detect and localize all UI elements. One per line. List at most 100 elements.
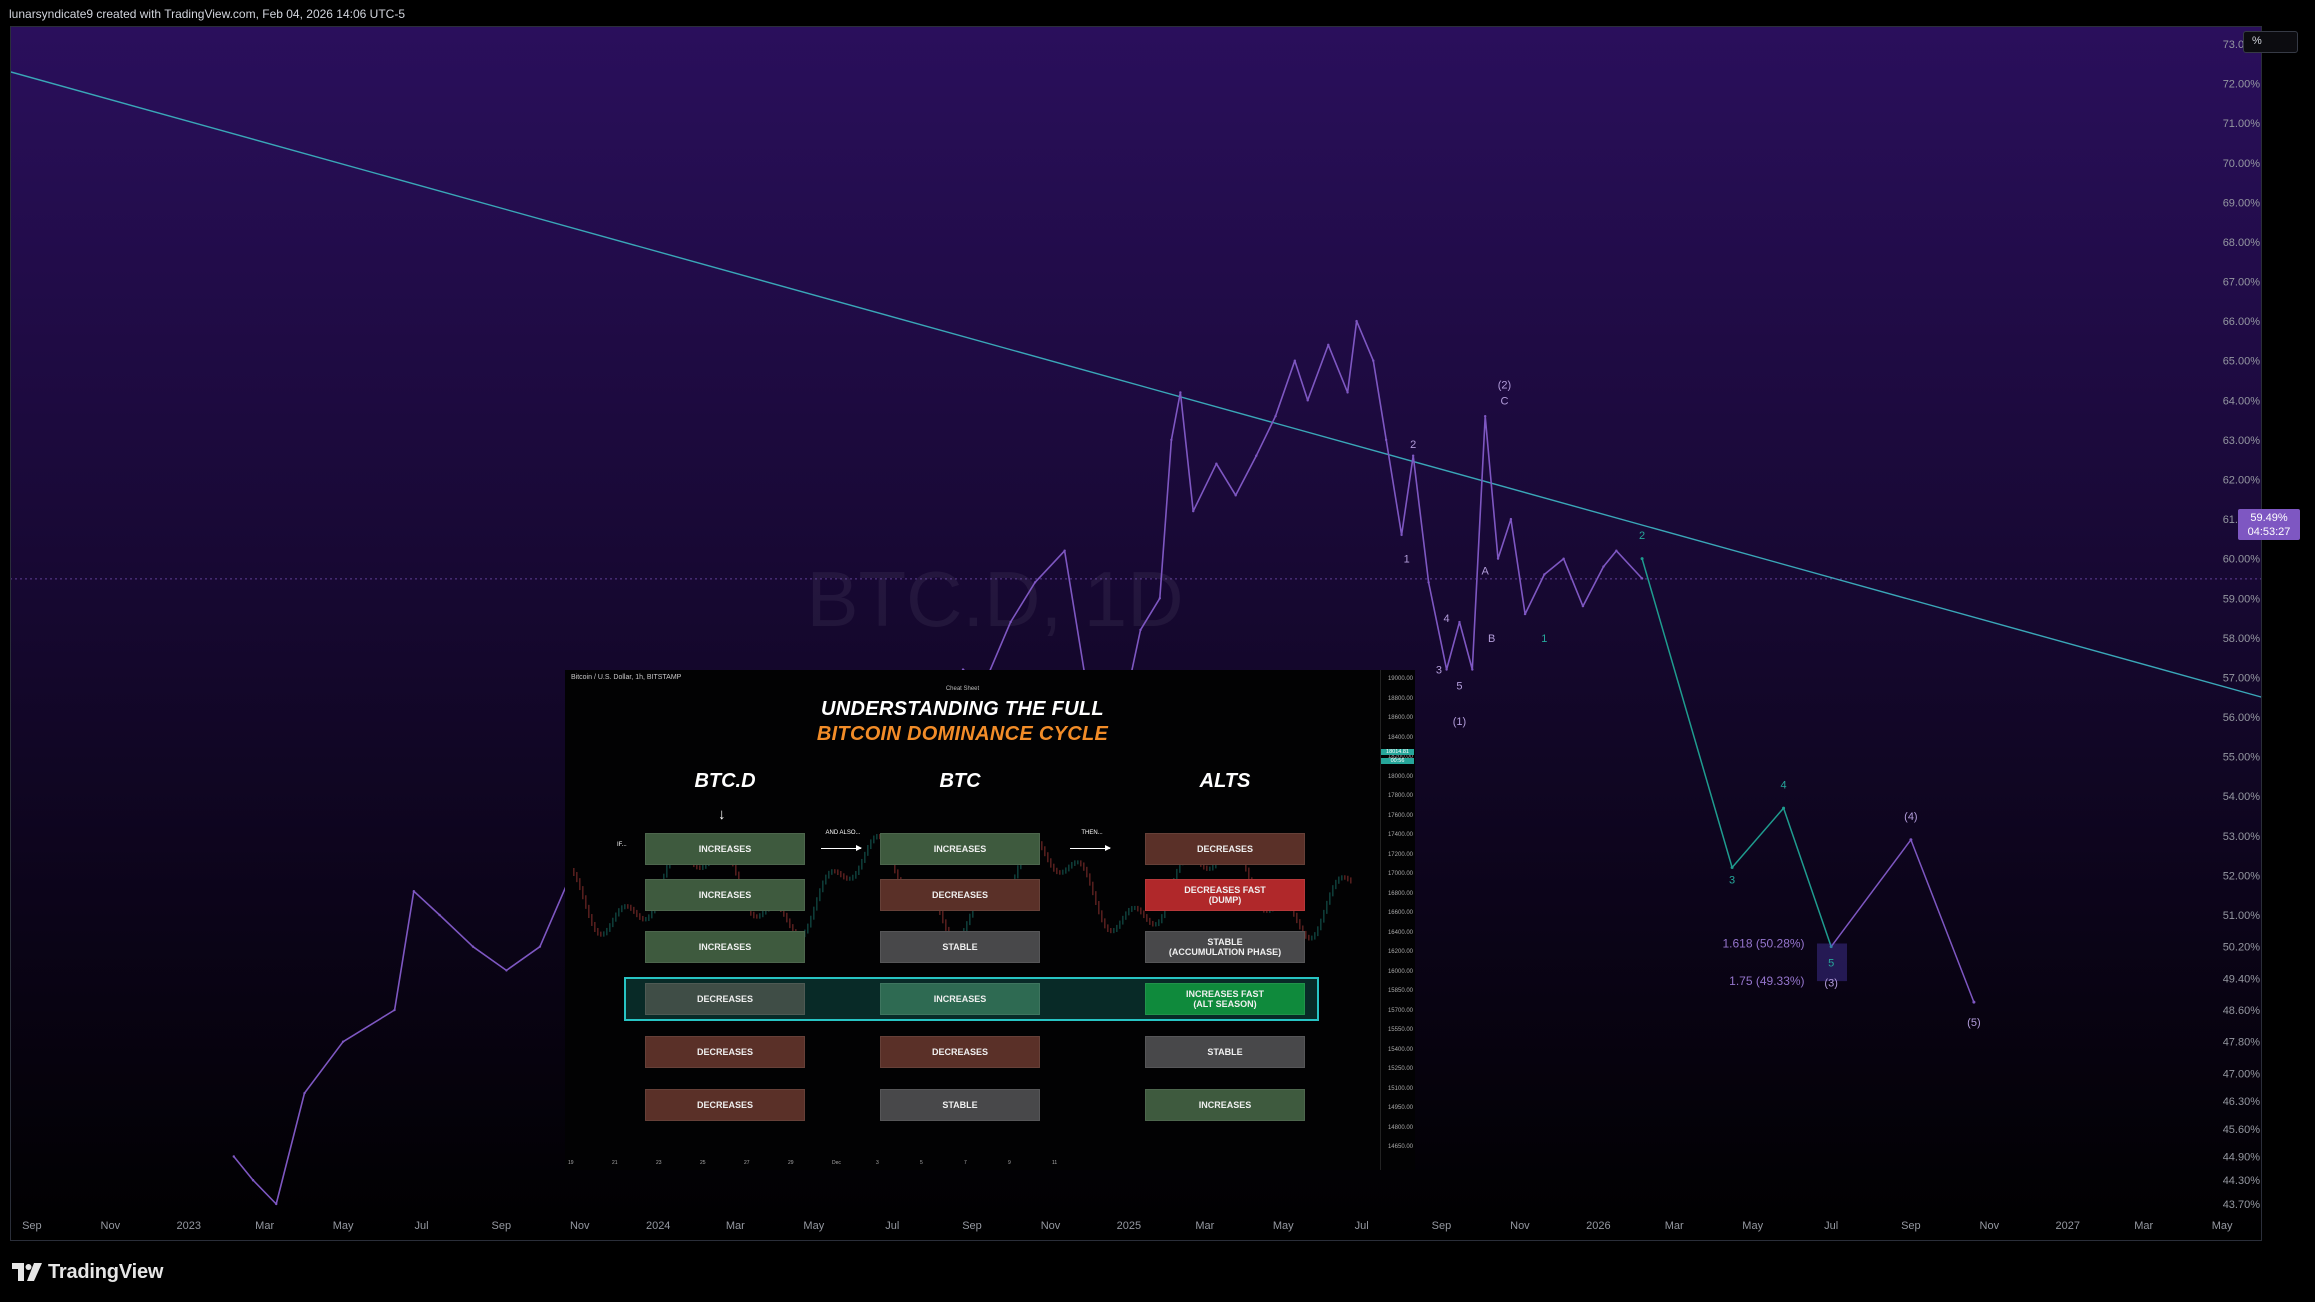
x-tick-label: Sep (22, 1220, 42, 1232)
inset-scale-label: 17800.00 (1387, 793, 1413, 799)
inset-candle (594, 921, 596, 932)
inset-candle (624, 904, 626, 910)
cell-btc-row6: STABLE (880, 1089, 1040, 1121)
inset-candle (789, 918, 791, 929)
y-tick-label: 67.00% (2223, 277, 2261, 289)
inset-candle (756, 914, 758, 919)
x-tick-label: Jul (1824, 1220, 1838, 1232)
inset-candle (1158, 919, 1160, 927)
inset-candle (1104, 918, 1106, 929)
cell-btcd-row6: DECREASES (645, 1089, 805, 1121)
wave-label: (1) (1453, 716, 1466, 728)
inset-candle (1161, 914, 1163, 924)
btcd-data-point (232, 1155, 235, 1158)
inset-candle (1053, 863, 1055, 872)
x-tick-label: Nov (570, 1220, 590, 1232)
x-tick-label: Mar (2134, 1220, 2153, 1232)
inset-scale-label: 15250.00 (1387, 1066, 1413, 1072)
cell-btc-row1: INCREASES (880, 833, 1040, 865)
inset-candle (621, 905, 623, 913)
inset-scale-label: 18600.00 (1387, 715, 1413, 721)
inset-candle (846, 875, 848, 881)
scale-mode-button[interactable]: % (2243, 31, 2298, 53)
btcd-data-point (1602, 565, 1605, 568)
cell-alts-row5: STABLE (1145, 1036, 1305, 1068)
inset-candle (1080, 860, 1082, 867)
btcd-data-point (1033, 581, 1037, 584)
inset-candle (588, 904, 590, 919)
y-tick-label: 43.70% (2223, 1199, 2261, 1211)
inset-candle (1041, 841, 1043, 851)
wave-label: 3 (1729, 874, 1735, 886)
inset-candle (786, 912, 788, 923)
inset-scale-label: 15100.00 (1387, 1085, 1413, 1092)
inset-candle (822, 880, 824, 893)
inset-price-tag: 18014.81 (1381, 749, 1414, 755)
btcd-data-point (1063, 549, 1066, 552)
wave-label: A (1482, 566, 1490, 578)
wave-projection-point (1972, 1000, 1976, 1004)
inset-candle (1140, 907, 1142, 915)
inset-candle (1149, 917, 1151, 925)
inset-scale-label: 17400.00 (1387, 832, 1413, 838)
y-tick-label: 57.00% (2223, 672, 2261, 684)
x-tick-label: 2027 (2056, 1220, 2080, 1232)
btcd-data-point (1274, 414, 1277, 418)
inset-candle (1341, 875, 1343, 881)
inset-candle (633, 906, 635, 914)
cheat-sheet-label: Cheat Sheet (945, 686, 980, 692)
inset-candle (1047, 852, 1049, 863)
inset-candle (666, 864, 668, 878)
inset-candle (870, 839, 872, 850)
btcd-data-point (538, 945, 542, 948)
x-tick-label: Nov (101, 1220, 121, 1232)
btcd-data-point (438, 913, 441, 917)
x-tick-label: Sep (1901, 1220, 1921, 1232)
inset-candle (1209, 866, 1211, 871)
inset-candle (636, 909, 638, 918)
cell-alts-row1: DECREASES (1145, 833, 1305, 865)
btcd-data-point (1458, 620, 1461, 624)
inset-candle (1347, 875, 1349, 882)
inset-candle (1296, 912, 1298, 924)
inset-candle (615, 912, 617, 922)
inset-candle (1113, 927, 1115, 934)
inset-candle (573, 868, 575, 876)
cell-btc-row2: DECREASES (880, 879, 1040, 911)
current-price-value: 59.49% (2250, 512, 2288, 524)
wave-projection-point (1730, 865, 1734, 869)
inset-candle (1101, 910, 1103, 923)
inset-candle (1155, 922, 1157, 927)
x-tick-label: Mar (1195, 1220, 1214, 1232)
x-tick-label: Mar (1665, 1220, 1684, 1232)
inset-candle (1131, 906, 1133, 912)
inset-candle (1092, 881, 1094, 896)
x-tick-label: May (1273, 1220, 1294, 1232)
inset-candle (639, 913, 641, 920)
tradingview-wordmark: TradingView (48, 1260, 164, 1283)
inset-candle (1134, 905, 1136, 911)
inset-candle (1128, 907, 1130, 916)
fib-level-label: 1.618 (50.28%) (1723, 936, 1805, 950)
btcd-data-point (1562, 557, 1565, 560)
y-tick-label: 53.00% (2223, 831, 2261, 843)
x-tick-label: Mar (726, 1220, 745, 1232)
inset-candle (627, 904, 629, 909)
btcd-data-point (393, 1008, 396, 1012)
btcd-data-point (1355, 319, 1358, 323)
inset-time-label: 21 (612, 1160, 618, 1166)
inset-scale-label: 16400.00 (1387, 929, 1413, 936)
btcd-data-point (1234, 494, 1237, 497)
inset-candle (837, 869, 839, 876)
y-tick-label: 50.20% (2223, 942, 2261, 954)
tradingview-logo[interactable]: TradingView (12, 1260, 163, 1284)
inset-candle (1137, 905, 1139, 912)
btcd-data-point (412, 890, 416, 893)
y-tick-label: 47.00% (2223, 1068, 2261, 1080)
y-tick-label: 55.00% (2223, 752, 2261, 764)
inset-candle (969, 913, 971, 926)
btcd-data-point (1009, 620, 1012, 624)
tradingview-logo-icon (12, 1263, 42, 1281)
cell-btc-row4: INCREASES (880, 983, 1040, 1015)
inset-scale-label: 18000.00 (1387, 773, 1413, 780)
